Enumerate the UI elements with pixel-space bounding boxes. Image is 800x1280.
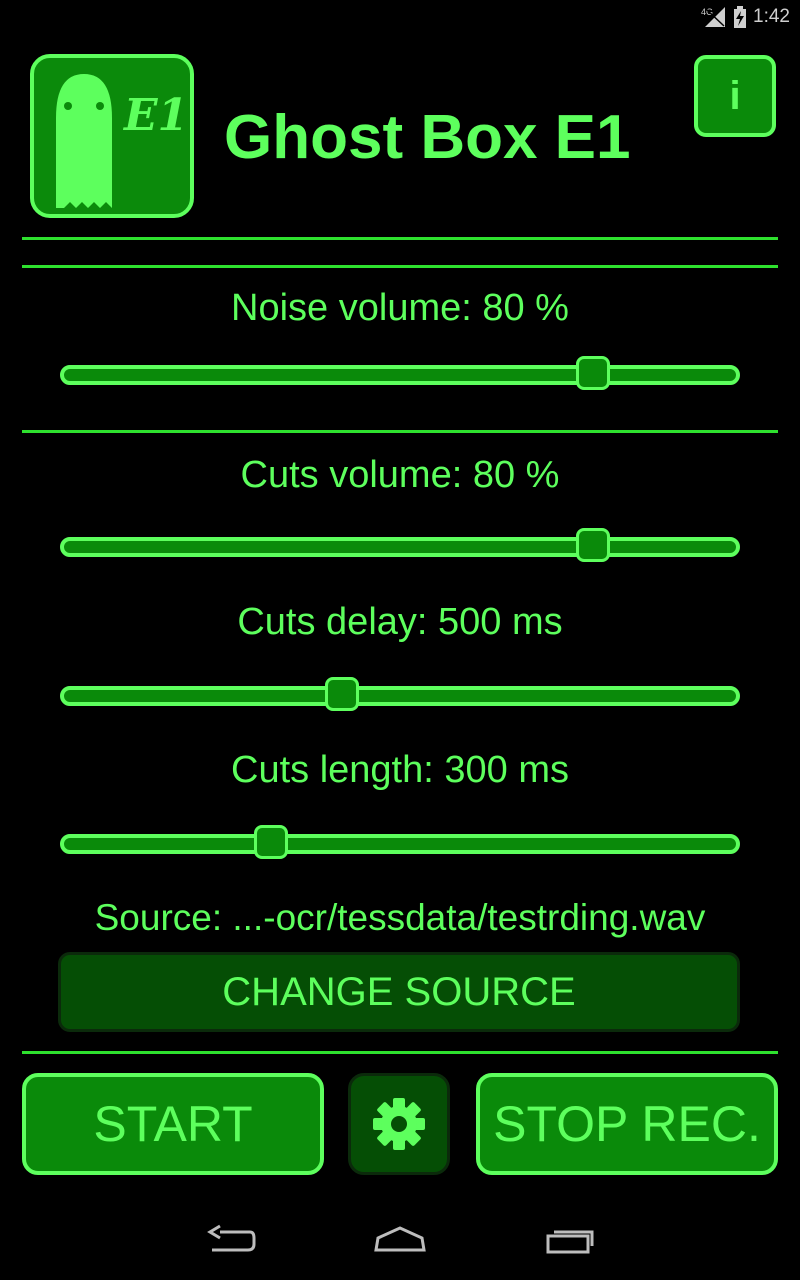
network-type-label: 4G bbox=[701, 7, 713, 17]
app-logo: E1 bbox=[30, 54, 194, 218]
slider-track[interactable] bbox=[60, 834, 740, 854]
divider bbox=[22, 237, 778, 240]
cuts-volume-label: Cuts volume: 80 % bbox=[240, 454, 560, 496]
page-title: Ghost Box E1 bbox=[224, 103, 631, 172]
slider-thumb[interactable] bbox=[254, 825, 289, 859]
cuts-delay-slider[interactable] bbox=[60, 677, 740, 711]
status-time: 1:42 bbox=[753, 6, 790, 27]
gear-icon bbox=[373, 1098, 425, 1150]
cuts-delay-label: Cuts delay: 500 ms bbox=[237, 601, 563, 643]
noise-volume-slider[interactable] bbox=[60, 356, 740, 390]
cuts-length-slider[interactable] bbox=[60, 825, 740, 859]
ghost-icon: E1 bbox=[56, 74, 188, 208]
slider-thumb[interactable] bbox=[325, 677, 360, 711]
change-source-button[interactable]: CHANGE SOURCE bbox=[58, 952, 740, 1032]
cuts-volume-slider[interactable] bbox=[60, 528, 740, 562]
battery-icon bbox=[733, 6, 747, 28]
slider-track[interactable] bbox=[60, 686, 740, 706]
info-button[interactable]: i bbox=[694, 55, 776, 137]
navigation-bar bbox=[0, 1200, 800, 1280]
logo-text: E1 bbox=[122, 90, 188, 141]
divider bbox=[22, 265, 778, 268]
slider-track[interactable] bbox=[60, 365, 740, 385]
settings-button[interactable] bbox=[348, 1073, 450, 1175]
status-bar: 4G 1:42 bbox=[0, 0, 800, 36]
divider bbox=[22, 1051, 778, 1054]
slider-track[interactable] bbox=[60, 537, 740, 557]
noise-volume-label: Noise volume: 80 % bbox=[231, 287, 569, 329]
recents-icon[interactable] bbox=[540, 1222, 600, 1258]
stop-rec-button[interactable]: STOP REC. bbox=[476, 1073, 778, 1175]
divider bbox=[22, 430, 778, 433]
slider-thumb[interactable] bbox=[576, 356, 611, 390]
cuts-length-label: Cuts length: 300 ms bbox=[231, 749, 569, 791]
source-path: Source: ...-ocr/tessdata/testrding.wav bbox=[94, 897, 706, 938]
signal-icon: 4G bbox=[701, 6, 727, 28]
back-icon[interactable] bbox=[200, 1222, 260, 1258]
home-icon[interactable] bbox=[370, 1222, 430, 1258]
start-button[interactable]: START bbox=[22, 1073, 324, 1175]
slider-thumb[interactable] bbox=[576, 528, 611, 562]
